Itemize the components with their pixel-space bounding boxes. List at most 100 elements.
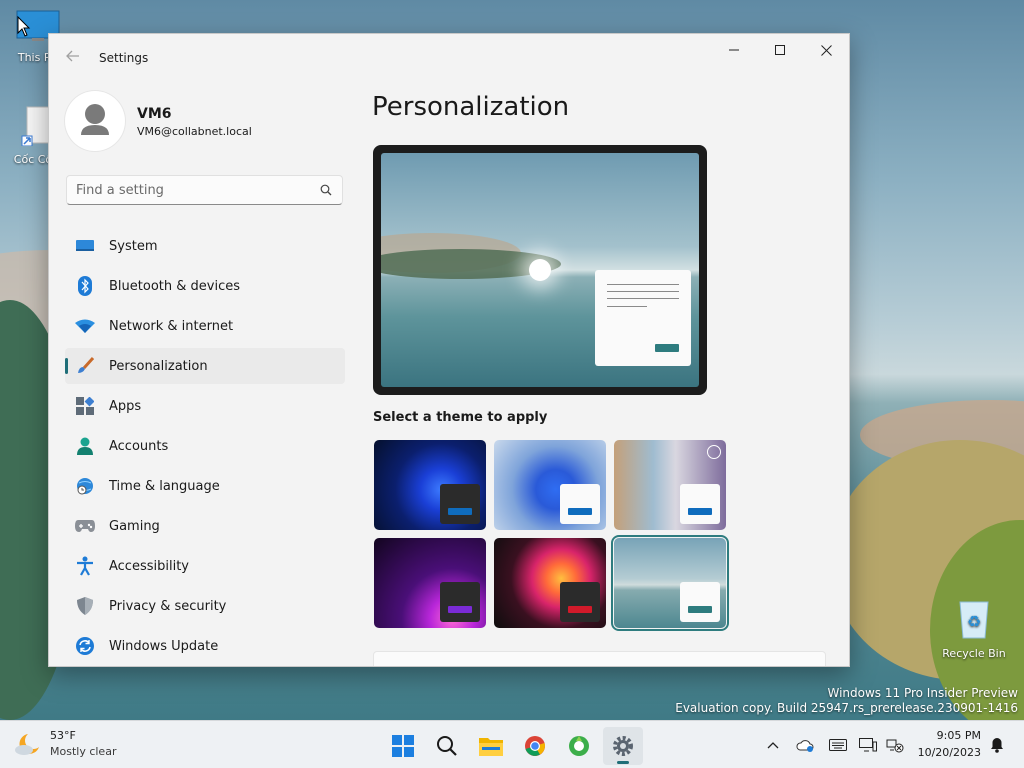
file-explorer-button[interactable] <box>471 727 511 765</box>
sidebar-item-system[interactable]: System <box>65 228 345 264</box>
settings-taskbar-button[interactable] <box>603 727 643 765</box>
sidebar-item-label: Accounts <box>109 438 169 454</box>
moon-cloud-icon <box>15 734 39 755</box>
maximize-button[interactable] <box>757 34 803 66</box>
sidebar-item-label: Gaming <box>109 518 160 534</box>
next-settings-card[interactable] <box>373 651 826 666</box>
minimize-button[interactable] <box>711 34 757 66</box>
slideshow-icon <box>707 445 721 459</box>
notifications-button[interactable] <box>986 733 1008 757</box>
search-icon[interactable] <box>320 184 332 196</box>
person-icon <box>75 436 95 456</box>
minimize-icon <box>729 49 739 51</box>
gear-icon <box>613 736 633 756</box>
monitor-icon <box>859 738 877 752</box>
cloud-icon <box>796 740 814 752</box>
mouse-cursor <box>17 15 31 42</box>
chrome-button[interactable] <box>515 727 555 765</box>
sidebar-item-accessibility[interactable]: Accessibility <box>65 548 345 584</box>
sidebar-item-label: System <box>109 238 158 254</box>
sidebar-item-time-language[interactable]: Time & language <box>65 468 345 504</box>
taskbar: 53°F Mostly clear 9:05 PM 10/20/2023 <box>0 720 1024 768</box>
apps-icon <box>75 396 95 416</box>
controller-icon <box>75 516 95 536</box>
sidebar-item-privacy[interactable]: Privacy & security <box>65 588 345 624</box>
weather-condition: Mostly clear <box>50 745 117 758</box>
sidebar-item-label: Privacy & security <box>109 598 227 614</box>
sidebar-item-personalization[interactable]: Personalization <box>65 348 345 384</box>
watermark-build: Evaluation copy. Build 25947.rs_prerelea… <box>675 701 1018 715</box>
theme-mini-window <box>680 484 720 524</box>
sidebar-item-network[interactable]: Network & internet <box>65 308 345 344</box>
coc-coc-button[interactable] <box>559 727 599 765</box>
search-input[interactable] <box>67 176 316 204</box>
settings-window: Settings VM6 VM6@collabnet.local System … <box>48 33 850 667</box>
back-button[interactable] <box>63 48 83 68</box>
bluetooth-icon <box>75 276 95 296</box>
arrow-left-icon <box>66 50 79 62</box>
sidebar-item-apps[interactable]: Apps <box>65 388 345 424</box>
sidebar-item-label: Personalization <box>109 358 208 374</box>
sidebar-item-accounts[interactable]: Accounts <box>65 428 345 464</box>
avatar[interactable] <box>65 91 125 151</box>
weather-widget[interactable]: 53°F Mostly clear <box>14 729 116 761</box>
clock-time[interactable]: 9:05 PM <box>937 729 981 742</box>
keyboard-tray-icon[interactable] <box>827 733 849 757</box>
theme-spotlight-slideshow[interactable] <box>614 440 726 530</box>
sidebar-item-label: Time & language <box>109 478 220 494</box>
preview-window-card <box>595 270 691 366</box>
shield-icon <box>75 596 95 616</box>
sidebar-nav: System Bluetooth & devices Network & int… <box>65 228 345 666</box>
search-icon <box>437 736 457 756</box>
system-icon <box>75 236 95 256</box>
sun-glyph <box>529 259 551 281</box>
bell-icon <box>991 738 1003 753</box>
start-button[interactable] <box>383 727 423 765</box>
sync-icon <box>75 636 95 656</box>
coc-coc-icon <box>569 736 589 756</box>
theme-mini-window <box>680 582 720 622</box>
sidebar-item-windows-update[interactable]: Windows Update <box>65 628 345 664</box>
sidebar-item-label: Accessibility <box>109 558 189 574</box>
svg-text:♻: ♻ <box>967 612 981 631</box>
recycle-bin-glyph: ♻ <box>942 598 1006 643</box>
theme-mini-window <box>560 582 600 622</box>
window-title: Settings <box>99 51 149 65</box>
display-tray-icon[interactable] <box>857 733 879 757</box>
theme-preview <box>373 145 707 395</box>
weather-temperature: 53°F <box>50 729 76 742</box>
accessibility-icon <box>75 556 95 576</box>
close-icon <box>820 44 832 56</box>
wifi-icon <box>75 316 95 336</box>
sidebar-item-bluetooth[interactable]: Bluetooth & devices <box>65 268 345 304</box>
sidebar-item-label: Windows Update <box>109 638 219 654</box>
theme-light-bloom[interactable] <box>494 440 606 530</box>
theme-lake[interactable] <box>611 535 729 631</box>
page-title: Personalization <box>372 92 570 122</box>
taskbar-search-button[interactable] <box>427 727 467 765</box>
recycle-bin-icon[interactable]: ♻ Recycle Bin <box>942 598 1006 660</box>
theme-dark-bloom[interactable] <box>374 440 486 530</box>
brush-icon <box>75 356 95 376</box>
windows-watermark: Windows 11 Pro Insider Preview Evaluatio… <box>675 686 1018 716</box>
onedrive-tray-icon[interactable] <box>794 733 816 757</box>
close-button[interactable] <box>803 34 849 66</box>
network-disconnected-icon <box>886 739 904 753</box>
clock-date[interactable]: 10/20/2023 <box>918 746 981 759</box>
windows-logo-icon <box>392 735 414 757</box>
title-bar[interactable]: Settings <box>49 34 849 82</box>
account-name: VM6 <box>137 106 172 122</box>
network-tray-icon[interactable] <box>884 733 906 757</box>
globe-clock-icon <box>75 476 95 496</box>
sidebar-item-gaming[interactable]: Gaming <box>65 508 345 544</box>
theme-section-label: Select a theme to apply <box>373 410 548 425</box>
search-box[interactable] <box>66 175 343 205</box>
show-hidden-icons-button[interactable] <box>762 733 784 757</box>
keyboard-icon <box>829 739 847 751</box>
maximize-icon <box>775 45 785 55</box>
person-icon <box>81 104 109 135</box>
theme-glow[interactable] <box>374 538 486 628</box>
chevron-up-icon <box>767 742 779 749</box>
recycle-bin-label: Recycle Bin <box>942 647 1006 660</box>
theme-captured-motion[interactable] <box>494 538 606 628</box>
